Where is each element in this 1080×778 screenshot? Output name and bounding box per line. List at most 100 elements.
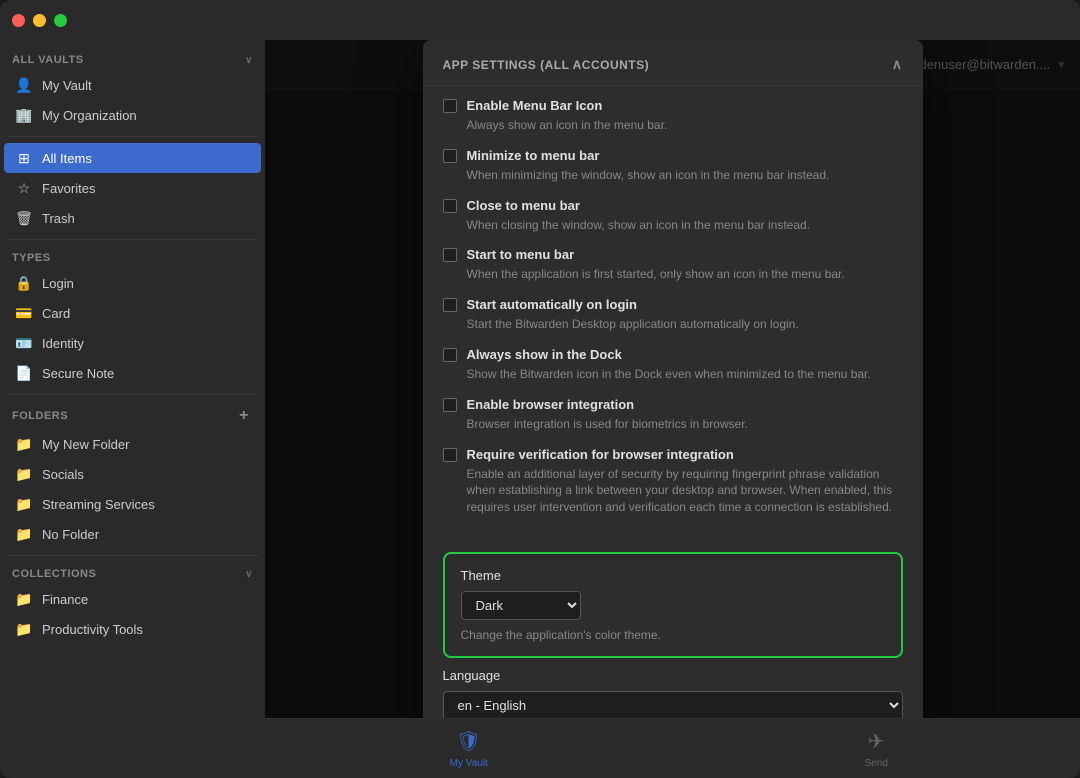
sidebar-item-productivity-tools[interactable]: 📁 Productivity Tools bbox=[4, 614, 261, 644]
divider-4 bbox=[8, 555, 257, 556]
sidebar-item-socials[interactable]: 📁 Socials bbox=[4, 459, 261, 489]
no-folder-label: No Folder bbox=[42, 527, 249, 542]
sidebar-item-my-organization[interactable]: 🏢 My Organization bbox=[4, 100, 261, 130]
desc-require-verification: Enable an additional layer of security b… bbox=[467, 466, 903, 516]
my-organization-label: My Organization bbox=[42, 108, 249, 123]
all-vaults-label: ALL VAULTS bbox=[12, 54, 84, 66]
types-header[interactable]: TYPES bbox=[0, 246, 265, 268]
settings-modal-title: APP SETTINGS (ALL ACCOUNTS) bbox=[443, 58, 650, 72]
my-vault-nav-label: My Vault bbox=[450, 758, 488, 769]
my-vault-nav-icon: 🛡 bbox=[456, 729, 481, 754]
sidebar-item-card[interactable]: 💳 Card bbox=[4, 298, 261, 328]
send-nav-label: Send bbox=[865, 758, 888, 769]
checkbox-always-show-in-dock[interactable] bbox=[443, 348, 457, 362]
secure-note-label: Secure Note bbox=[42, 366, 249, 381]
send-nav-icon: ✈ bbox=[868, 729, 885, 754]
card-label: Card bbox=[42, 306, 249, 321]
settings-section: Enable Menu Bar Icon Always show an icon… bbox=[423, 86, 923, 542]
sidebar-item-streaming-services[interactable]: 📁 Streaming Services bbox=[4, 489, 261, 519]
checkbox-close-to-menu-bar[interactable] bbox=[443, 199, 457, 213]
label-start-automatically[interactable]: Start automatically on login bbox=[467, 297, 637, 312]
sidebar: ALL VAULTS ∨ 👤 My Vault 🏢 My Organizatio… bbox=[0, 40, 265, 778]
finance-label: Finance bbox=[42, 592, 249, 607]
label-enable-browser-integration[interactable]: Enable browser integration bbox=[467, 397, 635, 412]
label-enable-menu-bar-icon[interactable]: Enable Menu Bar Icon bbox=[467, 98, 603, 113]
login-icon: 🔒 bbox=[16, 275, 32, 291]
organization-icon: 🏢 bbox=[16, 107, 32, 123]
setting-checkbox-row-8: Require verification for browser integra… bbox=[443, 447, 903, 462]
collapse-icon[interactable]: ∧ bbox=[892, 56, 903, 73]
types-label: TYPES bbox=[12, 252, 51, 264]
language-label: Language bbox=[443, 668, 903, 683]
checkbox-start-to-menu-bar[interactable] bbox=[443, 248, 457, 262]
streaming-icon: 📁 bbox=[16, 496, 32, 512]
language-select[interactable]: en - English de - Deutsch es - Español f… bbox=[443, 691, 903, 718]
bottom-nav-send[interactable]: ✈ Send bbox=[673, 723, 1080, 775]
desc-start-to-menu-bar: When the application is first started, o… bbox=[467, 266, 903, 283]
sidebar-item-my-new-folder[interactable]: 📁 My New Folder bbox=[4, 429, 261, 459]
setting-minimize-to-menu-bar: Minimize to menu bar When minimizing the… bbox=[443, 148, 903, 184]
label-minimize-to-menu-bar[interactable]: Minimize to menu bar bbox=[467, 148, 600, 163]
sidebar-item-login[interactable]: 🔒 Login bbox=[4, 268, 261, 298]
all-items-label: All Items bbox=[42, 151, 249, 166]
productivity-icon: 📁 bbox=[16, 621, 32, 637]
desc-start-automatically: Start the Bitwarden Desktop application … bbox=[467, 316, 903, 333]
theme-section: Theme Dark Default Light Solarized Dark … bbox=[443, 552, 903, 658]
checkbox-enable-browser-integration[interactable] bbox=[443, 398, 457, 412]
setting-checkbox-row-7: Enable browser integration bbox=[443, 397, 903, 412]
sidebar-item-my-vault[interactable]: 👤 My Vault bbox=[4, 70, 261, 100]
no-folder-icon: 📁 bbox=[16, 526, 32, 542]
setting-checkbox-row-6: Always show in the Dock bbox=[443, 347, 903, 362]
setting-checkbox-row-2: Minimize to menu bar bbox=[443, 148, 903, 163]
sidebar-item-favorites[interactable]: ☆ Favorites bbox=[4, 173, 261, 203]
label-close-to-menu-bar[interactable]: Close to menu bar bbox=[467, 198, 580, 213]
folders-header[interactable]: FOLDERS + bbox=[0, 401, 265, 429]
setting-checkbox-row-5: Start automatically on login bbox=[443, 297, 903, 312]
setting-checkbox-row-3: Close to menu bar bbox=[443, 198, 903, 213]
sidebar-item-identity[interactable]: 🪪 Identity bbox=[4, 328, 261, 358]
vault-icon: 👤 bbox=[16, 77, 32, 93]
checkbox-require-verification[interactable] bbox=[443, 448, 457, 462]
desc-close-to-menu-bar: When closing the window, show an icon in… bbox=[467, 217, 903, 234]
theme-select[interactable]: Dark Default Light Solarized Dark Nord bbox=[461, 591, 581, 620]
checkbox-start-automatically[interactable] bbox=[443, 298, 457, 312]
sidebar-item-all-items[interactable]: ⊞ All Items bbox=[4, 143, 261, 173]
all-vaults-header[interactable]: ALL VAULTS ∨ bbox=[0, 48, 265, 70]
trash-icon: 🗑 bbox=[16, 210, 32, 226]
label-require-verification[interactable]: Require verification for browser integra… bbox=[467, 447, 734, 462]
card-icon: 💳 bbox=[16, 305, 32, 321]
secure-note-icon: 📄 bbox=[16, 365, 32, 381]
setting-always-show-in-dock: Always show in the Dock Show the Bitward… bbox=[443, 347, 903, 383]
login-label: Login bbox=[42, 276, 249, 291]
setting-enable-menu-bar-icon: Enable Menu Bar Icon Always show an icon… bbox=[443, 98, 903, 134]
sidebar-item-trash[interactable]: 🗑 Trash bbox=[4, 203, 261, 233]
traffic-lights bbox=[12, 14, 67, 27]
maximize-button-traffic[interactable] bbox=[54, 14, 67, 27]
close-button-traffic[interactable] bbox=[12, 14, 25, 27]
desc-enable-menu-bar-icon: Always show an icon in the menu bar. bbox=[467, 117, 903, 134]
productivity-label: Productivity Tools bbox=[42, 622, 249, 637]
setting-require-verification: Require verification for browser integra… bbox=[443, 447, 903, 516]
settings-modal: APP SETTINGS (ALL ACCOUNTS) ∧ Enable Men… bbox=[423, 40, 923, 718]
app-body: ALL VAULTS ∨ 👤 My Vault 🏢 My Organizatio… bbox=[0, 40, 1080, 778]
sidebar-item-no-folder[interactable]: 📁 No Folder bbox=[4, 519, 261, 549]
theme-description: Change the application's color theme. bbox=[461, 628, 885, 642]
bottom-nav-my-vault[interactable]: 🛡 My Vault bbox=[265, 723, 673, 775]
settings-modal-header: APP SETTINGS (ALL ACCOUNTS) ∧ bbox=[423, 40, 923, 86]
desc-enable-browser-integration: Browser integration is used for biometri… bbox=[467, 416, 903, 433]
checkbox-minimize-to-menu-bar[interactable] bbox=[443, 149, 457, 163]
collections-header[interactable]: COLLECTIONS ∨ bbox=[0, 562, 265, 584]
setting-start-automatically: Start automatically on login Start the B… bbox=[443, 297, 903, 333]
finance-icon: 📁 bbox=[16, 591, 32, 607]
folders-label: FOLDERS bbox=[12, 410, 68, 422]
all-vaults-chevron: ∨ bbox=[245, 55, 253, 66]
label-always-show-in-dock[interactable]: Always show in the Dock bbox=[467, 347, 622, 362]
add-folder-button[interactable]: + bbox=[235, 407, 253, 425]
divider-2 bbox=[8, 239, 257, 240]
sidebar-item-finance[interactable]: 📁 Finance bbox=[4, 584, 261, 614]
label-start-to-menu-bar[interactable]: Start to menu bar bbox=[467, 247, 575, 262]
favorites-icon: ☆ bbox=[16, 180, 32, 196]
sidebar-item-secure-note[interactable]: 📄 Secure Note bbox=[4, 358, 261, 388]
checkbox-enable-menu-bar-icon[interactable] bbox=[443, 99, 457, 113]
minimize-button-traffic[interactable] bbox=[33, 14, 46, 27]
